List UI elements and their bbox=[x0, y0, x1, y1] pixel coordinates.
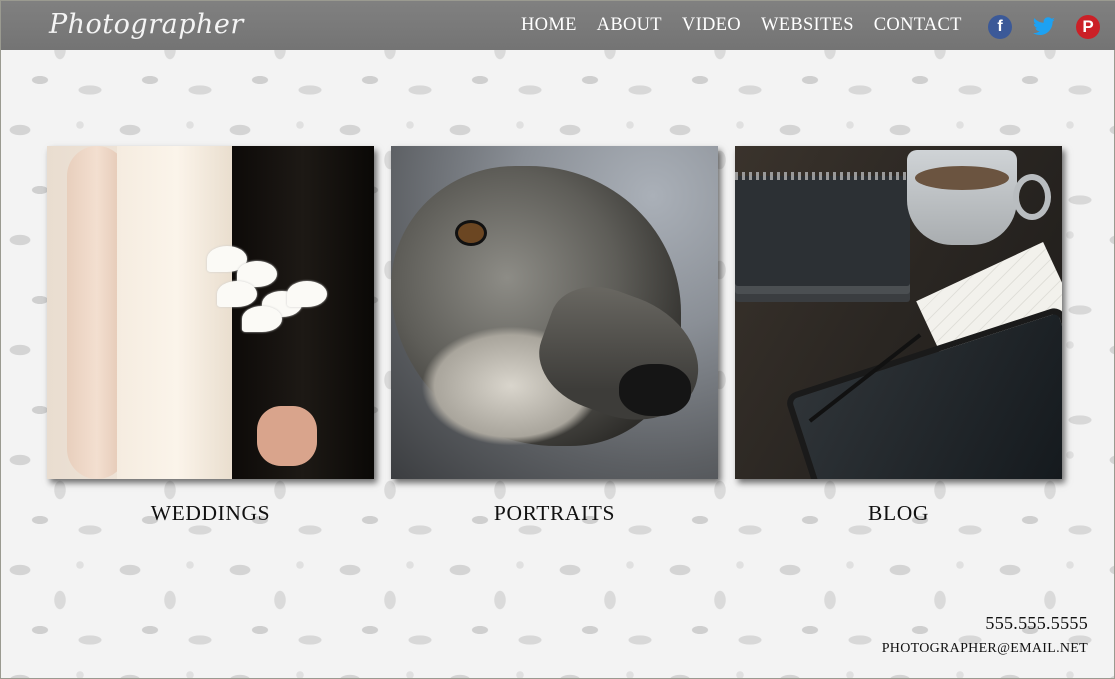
weddings-caption[interactable]: WEDDINGS bbox=[47, 501, 374, 526]
blog-card[interactable]: BLOG bbox=[735, 146, 1062, 525]
blog-photo[interactable] bbox=[735, 146, 1062, 479]
main-menu: HOME ABOUT VIDEO WEBSITES CONTACT bbox=[521, 15, 982, 36]
nav-about-link[interactable]: ABOUT bbox=[597, 15, 662, 36]
facebook-icon[interactable]: f bbox=[988, 15, 1012, 39]
nav-websites-link[interactable]: WEBSITES bbox=[761, 15, 854, 36]
contact-email[interactable]: PHOTOGRAPHER@EMAIL.NET bbox=[882, 641, 1088, 657]
pinterest-icon[interactable]: P bbox=[1076, 15, 1100, 39]
weddings-photo[interactable] bbox=[47, 146, 374, 479]
weddings-card[interactable]: WEDDINGS bbox=[47, 146, 374, 525]
contact-phone: 555.555.5555 bbox=[985, 613, 1088, 633]
portraits-card[interactable]: PORTRAITS bbox=[391, 146, 718, 525]
nav-video-link[interactable]: VIDEO bbox=[682, 15, 741, 36]
site-logo[interactable]: Photographer bbox=[49, 9, 244, 40]
social-links: f P bbox=[988, 15, 1100, 39]
portraits-photo[interactable] bbox=[391, 146, 718, 479]
top-nav-bar: Photographer HOME ABOUT VIDEO WEBSITES C… bbox=[1, 1, 1115, 50]
nav-contact-link[interactable]: CONTACT bbox=[874, 15, 962, 36]
twitter-icon[interactable] bbox=[1032, 15, 1056, 39]
blog-caption[interactable]: BLOG bbox=[735, 501, 1062, 526]
nav-home-link[interactable]: HOME bbox=[521, 15, 577, 36]
portraits-caption[interactable]: PORTRAITS bbox=[391, 501, 718, 526]
